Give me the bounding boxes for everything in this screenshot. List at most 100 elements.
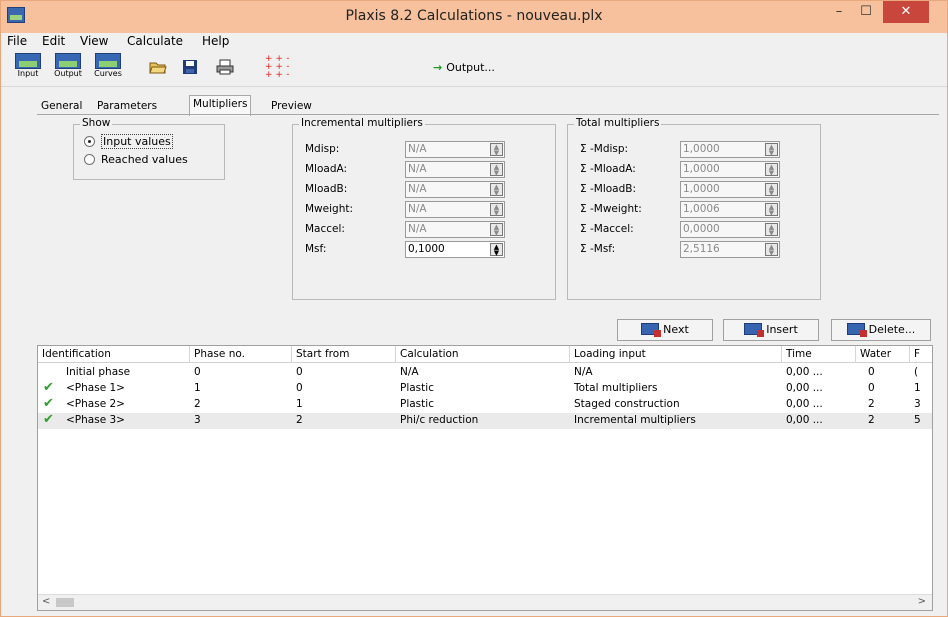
sum-msf-field[interactable]: 2,5116 ▲ ▼	[680, 241, 780, 258]
col-f[interactable]: F	[910, 346, 932, 363]
select-points-for-curves-icon[interactable]: + + + + + + + + +	[263, 53, 289, 79]
close-button[interactable]: ✕	[883, 1, 929, 23]
menu-view[interactable]: View	[80, 34, 108, 48]
output-program-label: Output	[54, 69, 82, 78]
sum-maccel-row: Σ -Maccel: 0,0000 ▲ ▼	[580, 221, 830, 239]
mloada-field[interactable]: N/A ▲ ▼	[405, 161, 505, 178]
mdisp-label: Mdisp:	[305, 143, 340, 155]
sum-msf-spinner[interactable]: ▲ ▼	[765, 243, 778, 257]
sum-maccel-field[interactable]: 0,0000 ▲ ▼	[680, 221, 780, 238]
cell-loading-input: Incremental multipliers	[574, 414, 696, 426]
input-values-radio[interactable]: Input values	[84, 134, 173, 149]
menu-calculate[interactable]: Calculate	[127, 34, 183, 48]
msf-field[interactable]: 0,1000 ▲ ▼	[405, 241, 505, 258]
print-icon[interactable]	[216, 59, 234, 75]
menu-file[interactable]: File	[7, 34, 27, 48]
table-row-selected[interactable]: ✔ <Phase 3> 3 2 Phi/c reduction Incremen…	[38, 412, 932, 429]
open-folder-icon[interactable]	[149, 59, 167, 75]
tab-preview[interactable]: Preview	[267, 97, 316, 115]
mloadb-spinner[interactable]: ▲ ▼	[490, 183, 503, 197]
input-program-icon	[15, 53, 41, 69]
tab-parameters[interactable]: Parameters	[93, 97, 161, 115]
table-row[interactable]: ✔ <Phase 1> 1 0 Plastic Total multiplier…	[38, 380, 932, 397]
col-phase-no[interactable]: Phase no.	[190, 346, 292, 363]
sum-mloadb-spinner[interactable]: ▲ ▼	[765, 183, 778, 197]
menu-help[interactable]: Help	[202, 34, 229, 48]
col-loading-input[interactable]: Loading input	[570, 346, 782, 363]
mdisp-row: Mdisp: N/A ▲ ▼	[305, 141, 555, 159]
phase-list-header: Identification Phase no. Start from Calc…	[38, 346, 932, 363]
next-button[interactable]: Next	[617, 319, 713, 341]
calculations-window: Plaxis 8.2 Calculations - nouveau.plx – …	[0, 0, 948, 617]
sum-mdisp-row: Σ -Mdisp: 1,0000 ▲ ▼	[580, 141, 830, 159]
input-values-radio-dot	[84, 136, 95, 147]
reached-values-radio[interactable]: Reached values	[84, 153, 188, 166]
output-arrow-icon: →	[433, 61, 443, 74]
sum-mloada-field[interactable]: 1,0000 ▲ ▼	[680, 161, 780, 178]
table-row[interactable]: ✔ <Phase 2> 2 1 Plastic Staged construct…	[38, 396, 932, 413]
cell-f: (	[914, 366, 919, 378]
mweight-row: Mweight: N/A ▲ ▼	[305, 201, 555, 219]
phase-status-check-icon: ✔	[43, 412, 54, 427]
cell-water: 2	[868, 414, 875, 426]
output-program-button[interactable]: Output	[47, 53, 89, 83]
mweight-field[interactable]: N/A ▲ ▼	[405, 201, 505, 218]
sum-mdisp-label: Σ -Mdisp:	[580, 143, 629, 155]
cell-water: 0	[868, 382, 875, 394]
msf-spinner[interactable]: ▲ ▼	[490, 243, 503, 257]
sum-mweight-spinner[interactable]: ▲ ▼	[765, 203, 778, 217]
col-identification[interactable]: Identification	[38, 346, 190, 363]
tab-general[interactable]: General	[37, 97, 86, 115]
table-row[interactable]: Initial phase 0 0 N/A N/A 0,00 ... 0 (	[38, 365, 932, 381]
output-button[interactable]: → Output...	[433, 61, 495, 74]
msf-row: Msf: 0,1000 ▲ ▼	[305, 241, 555, 259]
sum-mdisp-spinner[interactable]: ▲ ▼	[765, 143, 778, 157]
col-calculation[interactable]: Calculation	[396, 346, 570, 363]
scroll-right-arrow-icon[interactable]: >	[918, 596, 926, 607]
cell-identification: <Phase 2>	[66, 398, 125, 410]
phase-list[interactable]: Identification Phase no. Start from Calc…	[37, 345, 933, 611]
sum-maccel-spinner[interactable]: ▲ ▼	[765, 223, 778, 237]
cell-phase-no: 0	[194, 366, 201, 378]
incremental-multipliers-title: Incremental multipliers	[299, 117, 425, 129]
output-program-icon	[55, 53, 81, 69]
menu-edit[interactable]: Edit	[42, 34, 65, 48]
minimize-button[interactable]: –	[827, 1, 851, 23]
title-bar[interactable]: Plaxis 8.2 Calculations - nouveau.plx – …	[1, 1, 947, 33]
sum-mweight-value: 1,0006	[683, 203, 720, 215]
col-start-from[interactable]: Start from	[292, 346, 396, 363]
maccel-field[interactable]: N/A ▲ ▼	[405, 221, 505, 238]
delete-button[interactable]: Delete...	[831, 319, 931, 341]
mdisp-spinner[interactable]: ▲ ▼	[490, 143, 503, 157]
cell-time: 0,00 ...	[786, 398, 823, 410]
maccel-row: Maccel: N/A ▲ ▼	[305, 221, 555, 239]
total-multipliers-group: Total multipliers Σ -Mdisp: 1,0000 ▲ ▼ Σ -…	[567, 117, 821, 300]
insert-button[interactable]: Insert	[723, 319, 819, 341]
horizontal-scrollbar[interactable]: < >	[38, 594, 932, 610]
curves-program-icon	[95, 53, 121, 69]
window-title: Plaxis 8.2 Calculations - nouveau.plx	[345, 8, 603, 24]
tab-multipliers[interactable]: Multipliers	[189, 95, 252, 116]
save-icon[interactable]	[181, 59, 199, 75]
mloada-spinner[interactable]: ▲ ▼	[490, 163, 503, 177]
sum-mweight-field[interactable]: 1,0006 ▲ ▼	[680, 201, 780, 218]
maximize-button[interactable]: ☐	[853, 1, 879, 23]
scroll-left-arrow-icon[interactable]: <	[42, 596, 50, 607]
curves-program-button[interactable]: Curves	[87, 53, 129, 83]
next-button-label: Next	[663, 323, 689, 336]
mloadb-field[interactable]: N/A ▲ ▼	[405, 181, 505, 198]
cell-start-from: 1	[296, 398, 303, 410]
col-time[interactable]: Time	[782, 346, 856, 363]
col-water[interactable]: Water	[856, 346, 910, 363]
sum-mloadb-row: Σ -MloadB: 1,0000 ▲ ▼	[580, 181, 830, 199]
scroll-thumb[interactable]	[56, 598, 74, 607]
input-program-button[interactable]: Input	[7, 53, 49, 83]
mloada-row: MloadA: N/A ▲ ▼	[305, 161, 555, 179]
sum-mdisp-field[interactable]: 1,0000 ▲ ▼	[680, 141, 780, 158]
maccel-spinner[interactable]: ▲ ▼	[490, 223, 503, 237]
mweight-spinner[interactable]: ▲ ▼	[490, 203, 503, 217]
mdisp-field[interactable]: N/A ▲ ▼	[405, 141, 505, 158]
mloadb-label: MloadB:	[305, 183, 348, 195]
sum-mloada-spinner[interactable]: ▲ ▼	[765, 163, 778, 177]
sum-mloadb-field[interactable]: 1,0000 ▲ ▼	[680, 181, 780, 198]
